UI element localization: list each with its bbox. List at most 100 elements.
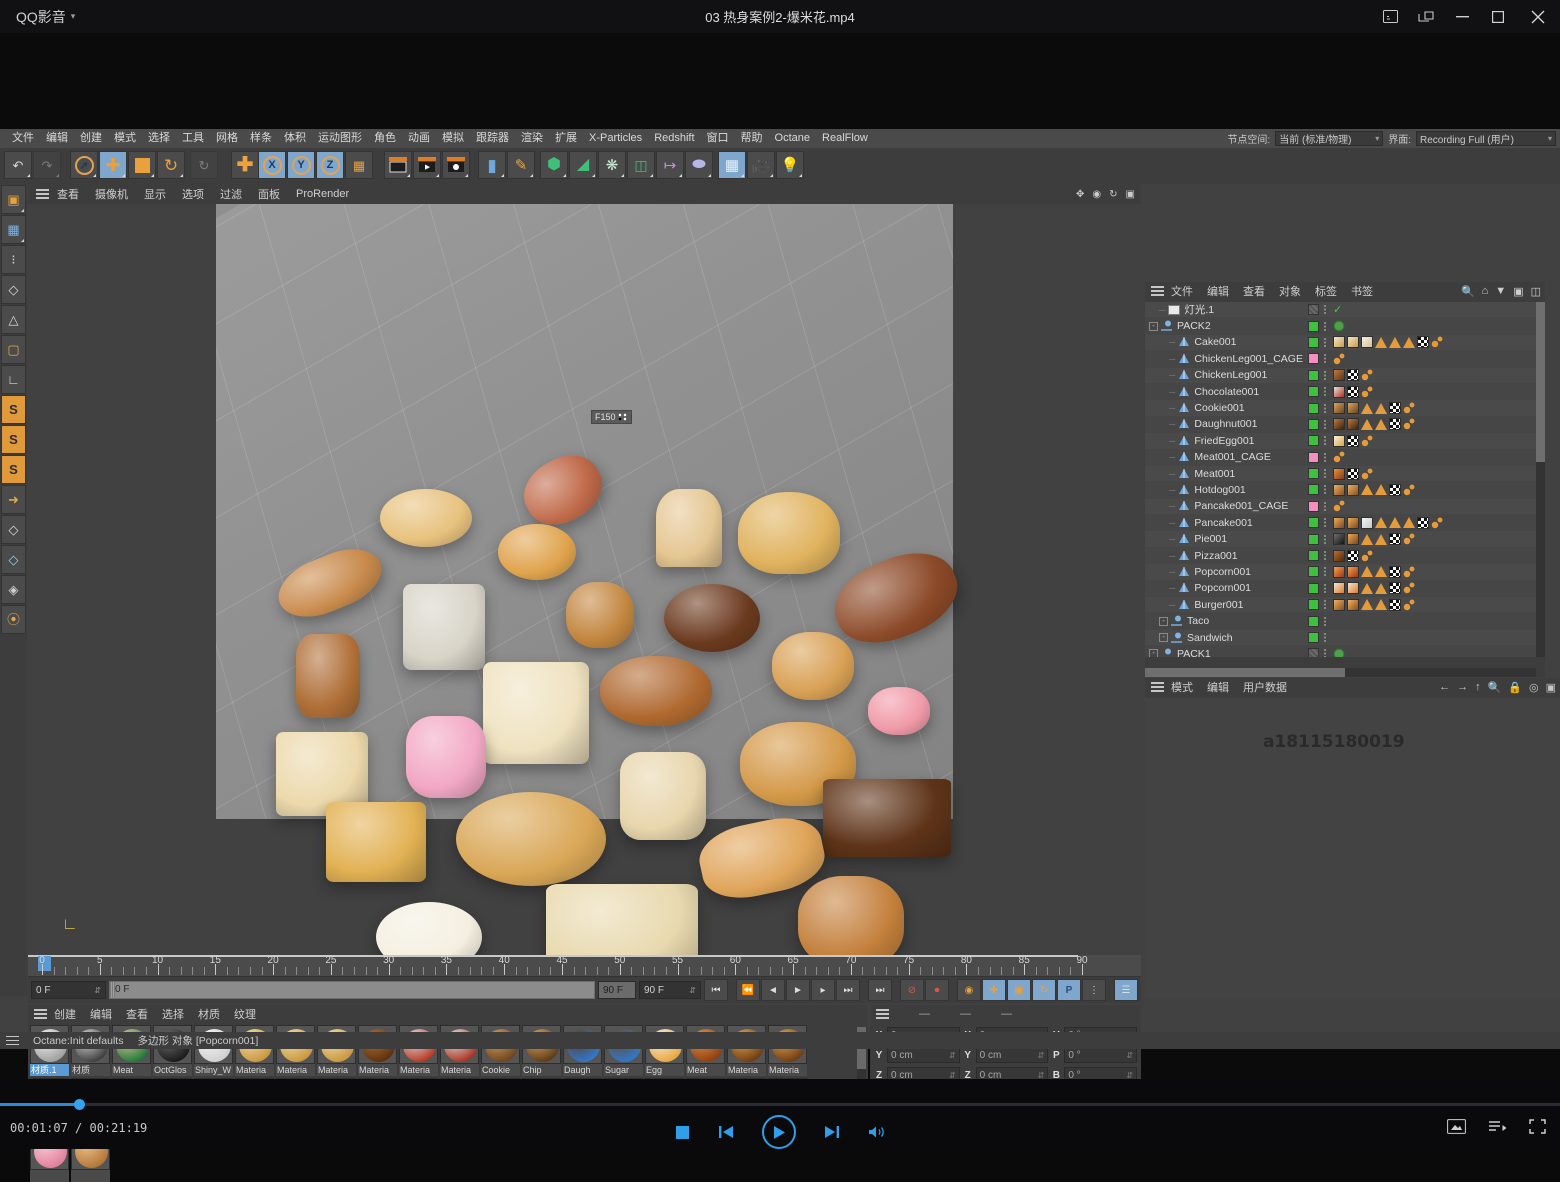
selection-tag-icon[interactable] [1361,369,1373,381]
phong-tag-icon[interactable] [1375,403,1387,414]
size-y-input[interactable]: 0 cm⇵ [976,1047,1049,1063]
material-tag-icon[interactable] [1347,533,1359,545]
null-object-icon[interactable] [1170,615,1183,628]
material-tag-icon[interactable] [1333,369,1345,381]
menu-item[interactable]: 渲染 [515,129,549,148]
spline-pen-button[interactable]: ✎ [507,151,535,179]
visibility-swatch[interactable] [1308,566,1319,577]
attribute-menu-item[interactable]: 模式 [1164,679,1200,695]
polygon-object-icon[interactable] [1177,434,1190,447]
object-menu-item[interactable]: 对象 [1272,283,1308,299]
object-row[interactable]: ─Meat001 [1145,466,1545,482]
material-tag-icon[interactable] [1333,402,1345,414]
chocolate-bar[interactable] [823,779,951,857]
material-tag-icon[interactable] [1333,566,1345,578]
visibility-dots-icon[interactable] [1323,484,1328,495]
material-tag-icon[interactable] [1333,582,1345,594]
previous-button[interactable] [718,1125,734,1139]
scale-key-button[interactable]: ▣ [1007,979,1031,1001]
object-menu-icon[interactable] [1151,286,1164,296]
null-object-icon[interactable] [1160,320,1173,333]
redo-button[interactable]: ↷ [33,151,61,179]
stepper-icon[interactable]: ⇵ [949,1051,956,1060]
material-tag-icon[interactable] [1333,484,1345,496]
cheesecake-slice[interactable] [483,662,589,764]
object-row[interactable]: ─Cookie001 [1145,400,1545,416]
pizza-slice[interactable] [326,802,426,882]
layers-icon[interactable]: ◫ [1531,285,1541,298]
uv-mode-button[interactable]: ◇ [1,515,26,544]
pla-key-button[interactable]: ⋮ [1082,979,1106,1001]
menu-item[interactable]: 角色 [368,129,402,148]
material-tag-icon[interactable] [1361,517,1373,529]
polygon-object-icon[interactable] [1177,500,1190,513]
uvw-tag-icon[interactable] [1389,599,1401,611]
render-to-picture-button[interactable] [413,151,441,179]
object-row[interactable]: -PACK1 [1145,646,1545,657]
polygon-object-icon[interactable] [1177,336,1190,349]
go-to-prev-key-button[interactable]: ⏪ [736,979,760,1001]
polygon-object-icon[interactable] [1177,451,1190,464]
menu-item[interactable]: Octane [769,129,816,148]
uvw-tag-icon[interactable] [1389,582,1401,594]
current-frame-field[interactable]: 0 F ⇵ [31,981,106,999]
selection-tag-icon[interactable] [1403,484,1415,496]
visibility-swatch[interactable] [1308,403,1319,414]
toast[interactable] [656,489,722,567]
bend-deformer-button[interactable]: ⬬ [685,151,713,179]
visibility-swatch[interactable] [1308,468,1319,479]
attribute-menu-icon[interactable] [1151,682,1164,692]
uvw-tag-icon[interactable] [1389,402,1401,414]
selection-tag-icon[interactable] [1361,550,1373,562]
stop-button[interactable] [675,1125,690,1140]
sandwich[interactable] [546,884,698,962]
object-row[interactable]: ─Pizza001 [1145,548,1545,564]
object-row[interactable]: ─Chocolate001 [1145,384,1545,400]
phong-tag-icon[interactable] [1403,337,1415,348]
go-to-start-button[interactable]: ⏮ [704,979,728,1001]
visibility-swatch[interactable] [1308,599,1319,610]
object-row[interactable]: -Sandwich [1145,630,1545,646]
swiss-roll[interactable] [620,752,706,840]
selection-tag-icon[interactable] [1431,517,1443,529]
burger[interactable] [798,876,904,962]
material-tag-icon[interactable] [1333,435,1345,447]
player-brand[interactable]: QQ影音 ▾ [16,7,75,27]
axis-mode-button[interactable]: ▢ [1,335,26,364]
maximize-view-icon[interactable]: ▣ [1126,189,1135,200]
rotation-p-input[interactable]: 0 °⇵ [1064,1047,1137,1063]
enabled-check-icon[interactable]: ✓ [1333,303,1342,316]
generator-button[interactable]: ⬢ [540,151,568,179]
array-button[interactable]: ↦ [656,151,684,179]
object-row[interactable]: ─Pancake001 [1145,515,1545,531]
back-icon[interactable]: ← [1439,681,1450,693]
timeline-strip[interactable]: 0 F [109,981,595,999]
seek-handle[interactable] [74,1099,85,1110]
group-tag-icon[interactable] [1333,320,1345,332]
end-frame-field[interactable]: 90 F ⇵ [639,981,701,999]
selection-tag-icon[interactable] [1403,599,1415,611]
autokey-off-button[interactable]: ⊘ [900,979,924,1001]
expand-toggle[interactable]: - [1149,649,1158,657]
object-row[interactable]: ─灯光.1✓ [1145,302,1545,318]
visibility-dots-icon[interactable] [1323,353,1328,364]
polygon-object-icon[interactable] [1177,402,1190,415]
visibility-swatch[interactable] [1308,616,1319,627]
phong-tag-icon[interactable] [1361,403,1373,414]
go-to-end-button[interactable]: ⏭ [868,979,892,1001]
pip-icon[interactable] [1408,0,1444,33]
menu-item[interactable]: 样条 [244,129,278,148]
go-to-next-key-button[interactable]: ⏭ [836,979,860,1001]
lock-icon[interactable]: 🔒 [1508,681,1522,694]
polygon-object-icon[interactable] [1177,582,1190,595]
position-y-input[interactable]: 0 cm⇵ [887,1047,960,1063]
timeline-ruler[interactable]: 051015202530354045505560657075808590 [28,955,1141,977]
object-row[interactable]: ─ChickenLeg001 [1145,368,1545,384]
phong-tag-icon[interactable] [1375,583,1387,594]
menu-item[interactable]: 窗口 [701,129,735,148]
move-tool-button[interactable]: ✚ [99,151,127,179]
selection-tag-icon[interactable] [1431,336,1443,348]
pie[interactable] [498,524,576,580]
material-tag-icon[interactable] [1333,599,1345,611]
menu-item[interactable]: 创建 [74,129,108,148]
